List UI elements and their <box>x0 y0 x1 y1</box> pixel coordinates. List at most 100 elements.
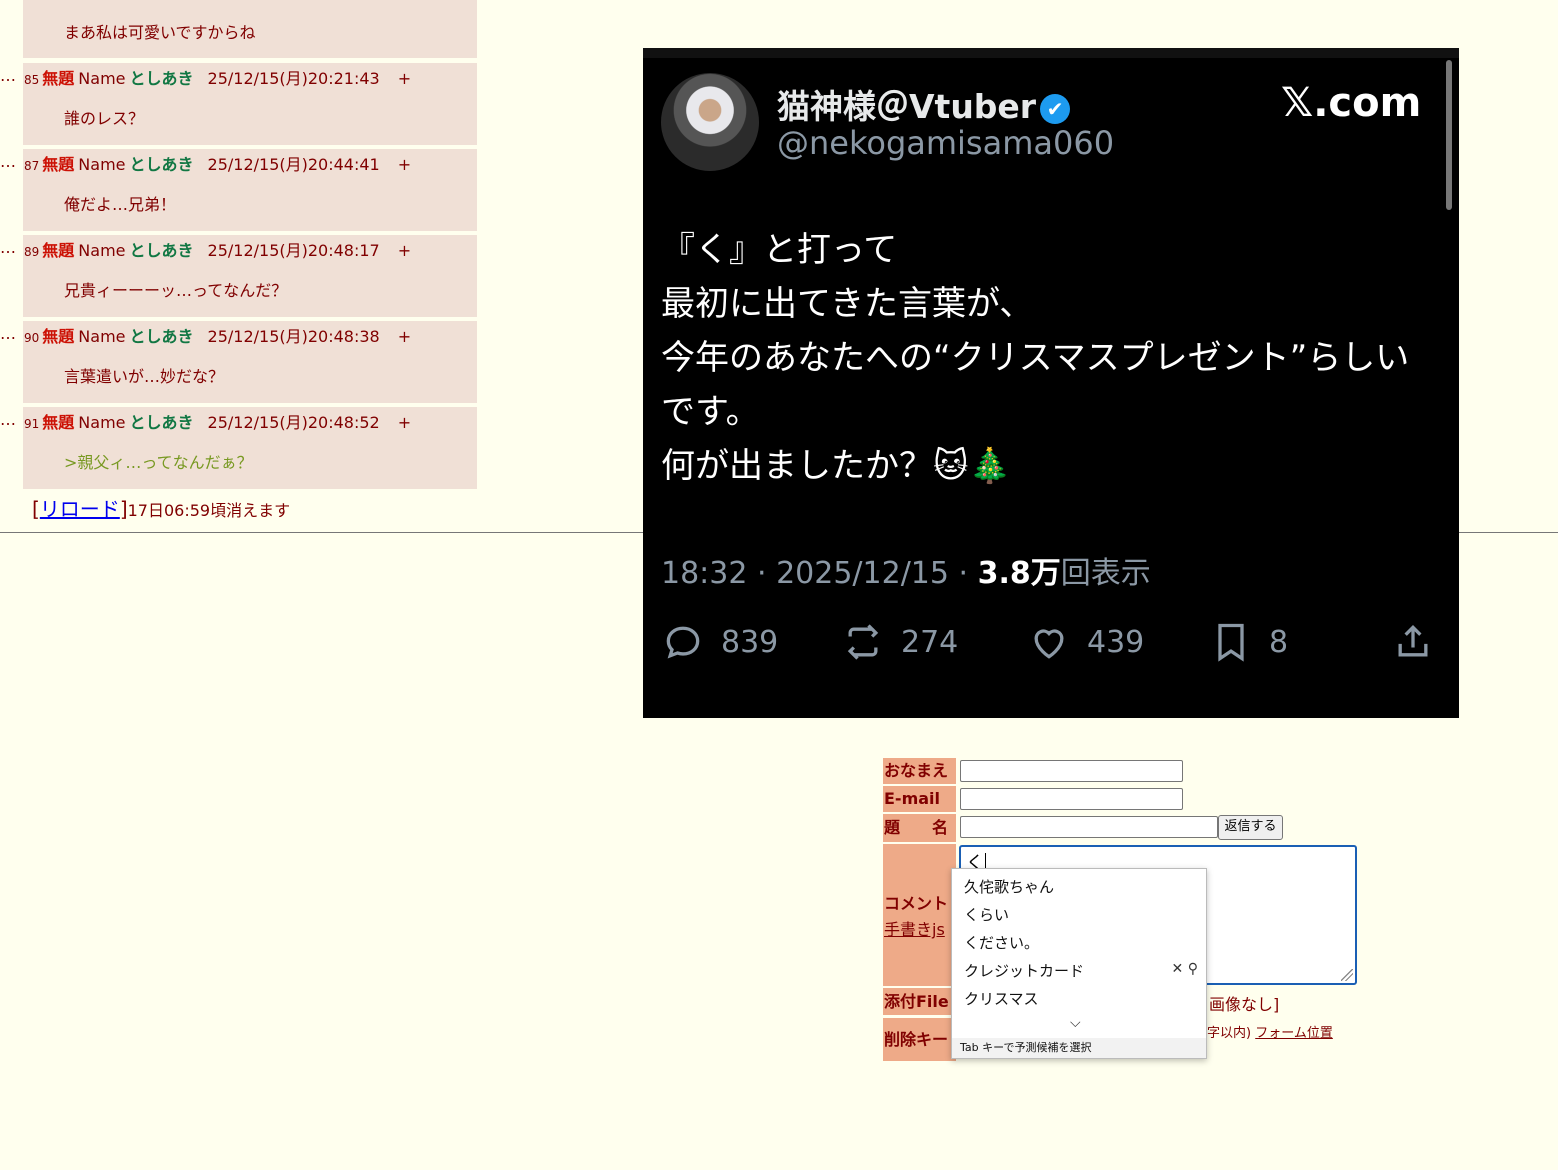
search-icon[interactable]: ⚲ <box>1188 961 1198 977</box>
ime-candidate[interactable]: ください。 <box>964 932 1039 953</box>
plus-button[interactable]: + <box>398 69 411 88</box>
ime-footer-hint: Tab キーで予測候補を選択 <box>952 1038 1206 1058</box>
char-limit-text: 字以内) <box>1207 1026 1252 1041</box>
plus-button[interactable]: + <box>398 327 411 346</box>
reload-link[interactable]: リロード <box>40 497 120 521</box>
reply-count: 839 <box>721 624 779 660</box>
reply-box: 85 無題 Name としあき 25/12/15(月)20:21:43 + 誰のレス？ <box>23 63 477 145</box>
reply-menu[interactable]: … <box>0 152 16 171</box>
reply-number[interactable]: 91 <box>24 417 39 431</box>
reply-body: 誰のレス？ <box>64 109 145 128</box>
tweet-line: 最初に出てきた言葉が、 <box>661 284 1034 324</box>
delete-key-label: 削除キー <box>883 1018 956 1061</box>
comment-icon <box>666 626 700 659</box>
avatar[interactable] <box>661 73 759 171</box>
subject-field-label: 題 名 <box>883 814 956 842</box>
ime-candidate[interactable]: クリスマス <box>964 988 1039 1009</box>
retweet-action[interactable]: 274 <box>841 618 958 666</box>
retweet-count: 274 <box>901 624 959 660</box>
x-logo-icon: 𝕏.com <box>1281 80 1422 126</box>
expire-text: 17日06:59頃消えます <box>127 501 291 520</box>
email-input[interactable] <box>960 788 1183 810</box>
poster-name: としあき <box>129 241 194 260</box>
tweet-scrollbar[interactable] <box>1446 60 1452 210</box>
poster-name: としあき <box>129 413 194 432</box>
ime-candidate[interactable]: クレジットカード <box>964 960 1084 981</box>
ime-candidate-tools: ✕ ⚲ <box>1172 961 1198 977</box>
poster-name: としあき <box>129 69 194 88</box>
reply-action[interactable]: 839 <box>661 618 778 666</box>
tweet-meta: 18:32 · 2025/12/15 · 3.8万回表示 <box>661 548 1151 592</box>
subject-input[interactable] <box>960 816 1218 838</box>
reply-number[interactable]: 87 <box>24 159 39 173</box>
reload-row: [リロード]17日06:59頃消えます <box>32 493 290 522</box>
tweet-topbar <box>643 48 1459 58</box>
tweet-line: 今年のあなたへの“クリスマスプレゼント”らしい <box>661 338 1410 378</box>
reply-number[interactable]: 90 <box>24 331 39 345</box>
handwrite-link[interactable]: 手書きjs <box>884 916 945 940</box>
comment-field-label-box: コメント <box>883 844 956 986</box>
name-input[interactable] <box>960 760 1183 782</box>
verified-badge-icon: ✔ <box>1040 93 1071 124</box>
reply-menu[interactable]: … <box>0 66 16 85</box>
heart-icon <box>1034 629 1064 659</box>
reply-body: 俺だよ…兄弟！ <box>64 195 177 214</box>
bookmark-count: 8 <box>1269 624 1289 660</box>
like-action[interactable]: 439 <box>1027 618 1144 666</box>
share-action[interactable] <box>1391 618 1451 666</box>
close-icon[interactable]: ✕ <box>1172 961 1184 977</box>
name-label: Name <box>78 69 126 88</box>
reply-header: 90 無題 Name としあき 25/12/15(月)20:48:38 + <box>24 323 411 347</box>
reply-header: 85 無題 Name としあき 25/12/15(月)20:21:43 + <box>24 65 411 89</box>
reply-header: 91 無題 Name としあき 25/12/15(月)20:48:52 + <box>24 409 411 433</box>
resize-grip-icon[interactable] <box>1341 969 1353 981</box>
reply-header: 87 無題 Name としあき 25/12/15(月)20:44:41 + <box>24 151 411 175</box>
tweet-text: 『く』と打って 最初に出てきた言葉が、 今年のあなたへの“クリスマスプレゼント”… <box>661 223 1451 493</box>
view-label: 回表示 <box>1060 556 1151 591</box>
reply-subject: 無題 <box>42 69 75 88</box>
chevron-down-icon[interactable]: ⌵ <box>1070 1015 1081 1031</box>
poster-name: としあき <box>129 327 194 346</box>
reply-menu[interactable]: … <box>0 410 16 429</box>
form-position-link[interactable]: フォーム位置 <box>1255 1026 1333 1041</box>
tweet-time: 18:32 · 2025/12/15 · <box>661 556 978 591</box>
view-count: 3.8万 <box>977 556 1061 591</box>
post-date: 25/12/15(月)20:48:52 <box>207 413 380 432</box>
ime-candidate[interactable]: 久侘歌ちゃん <box>964 876 1054 897</box>
plus-button[interactable]: + <box>398 413 411 432</box>
delete-key-hint: 字以内) フォーム位置 <box>1207 1022 1333 1041</box>
poster-name: としあき <box>129 155 194 174</box>
reply-box: 90 無題 Name としあき 25/12/15(月)20:48:38 + 言葉遣いが…妙… <box>23 321 477 403</box>
tweet-embed: 猫神様＠Vtuber ✔ @nekogamisama060 𝕏.com 『く』と打… <box>643 48 1459 718</box>
reply-box: 87 無題 Name としあき 25/12/15(月)20:44:41 + 俺だよ…兄弟！ <box>23 149 477 231</box>
display-name-text: 猫神様＠Vtuber <box>777 87 1037 126</box>
post-date: 25/12/15(月)20:21:43 <box>207 69 380 88</box>
tweet-display-name[interactable]: 猫神様＠Vtuber ✔ <box>777 80 1071 128</box>
reply-menu[interactable]: … <box>0 238 16 257</box>
ime-candidate[interactable]: くらい <box>964 904 1009 925</box>
name-label: Name <box>78 327 126 346</box>
reply-body: 兄貴ィーーーッ…ってなんだ？ <box>64 281 288 300</box>
plus-button[interactable]: + <box>398 155 411 174</box>
tweet-line: です。 <box>661 392 760 432</box>
bracket-open: [ <box>32 497 40 521</box>
reply-subject: 無題 <box>42 413 75 432</box>
bookmark-icon <box>1218 623 1244 662</box>
reply-menu[interactable]: … <box>0 324 16 343</box>
email-field-label: E-mail <box>883 786 956 812</box>
reply-number[interactable]: 89 <box>24 245 39 259</box>
tweet-handle[interactable]: @nekogamisama060 <box>777 124 1114 162</box>
reply-header: 89 無題 Name としあき 25/12/15(月)20:48:17 + <box>24 237 411 261</box>
ime-prediction-popup: 久侘歌ちゃん くらい ください。 クレジットカード ✕ ⚲ クリスマス ⌵ Ta… <box>951 868 1207 1059</box>
reply-body: まあ私は可愛いですからね <box>64 23 256 42</box>
bookmark-action[interactable]: 8 <box>1209 618 1288 666</box>
like-count: 439 <box>1087 624 1145 660</box>
reply-body: 言葉遣いが…妙だな？ <box>64 367 225 386</box>
tweet-line: 何が出ましたか？🐱🎄 <box>661 446 1011 486</box>
post-date: 25/12/15(月)20:44:41 <box>207 155 380 174</box>
reply-number[interactable]: 85 <box>24 73 39 87</box>
name-field-label: おなまえ <box>883 758 956 784</box>
submit-reply-button[interactable]: 返信する <box>1218 815 1283 840</box>
plus-button[interactable]: + <box>398 241 411 260</box>
post-date: 25/12/15(月)20:48:38 <box>207 327 380 346</box>
